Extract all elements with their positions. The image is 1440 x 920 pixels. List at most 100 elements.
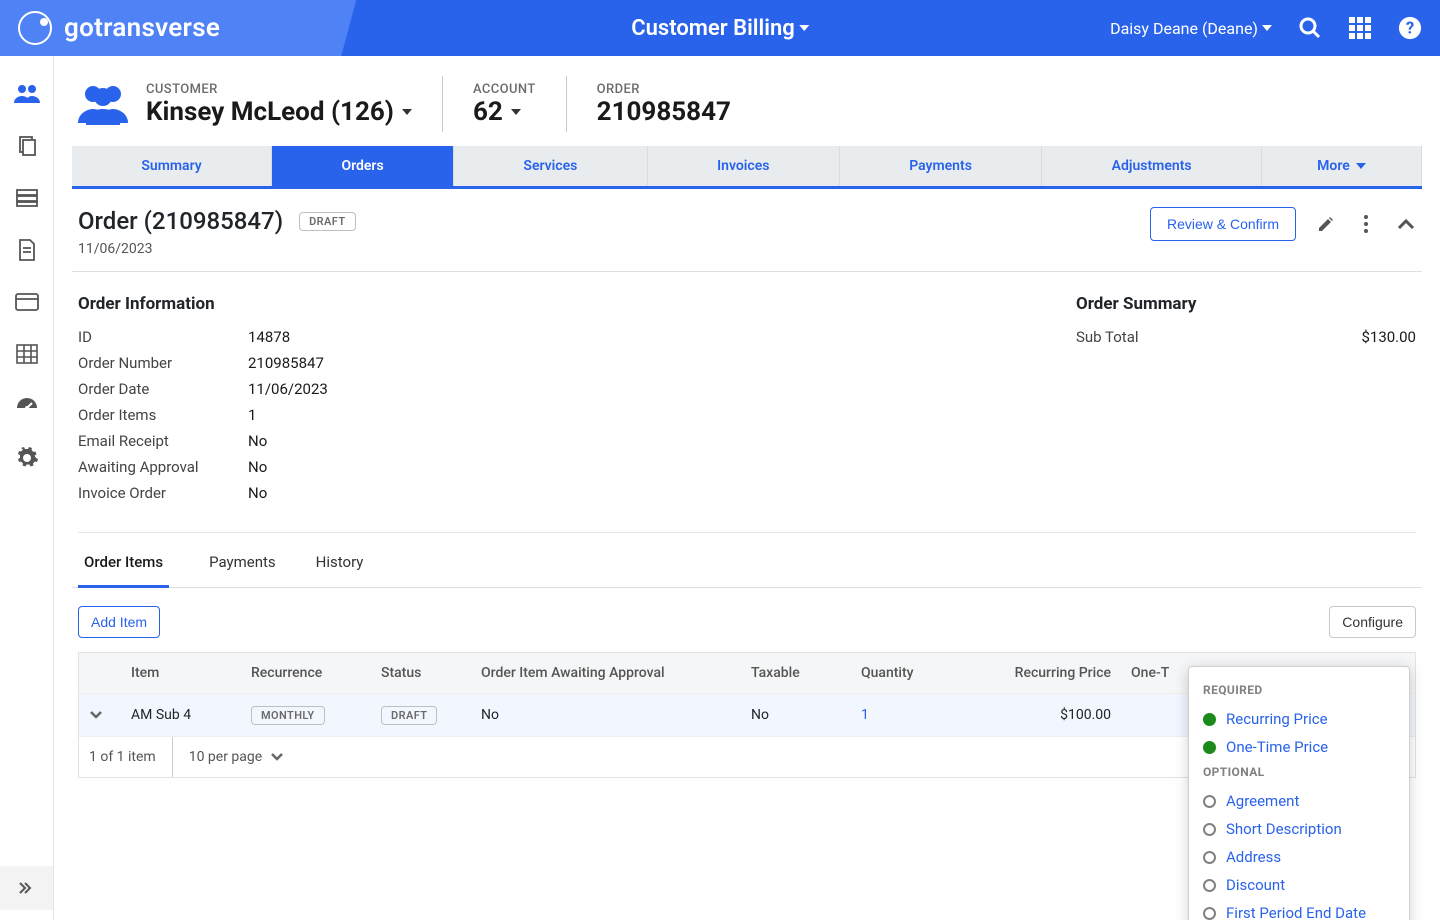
column-option[interactable]: One-Time Price: [1203, 733, 1395, 761]
edit-icon[interactable]: [1316, 214, 1336, 234]
tab-invoices[interactable]: Invoices: [648, 146, 840, 186]
info-key: Order Number: [78, 354, 248, 372]
subtotal-value: $130.00: [1361, 328, 1416, 346]
tab-adjustments[interactable]: Adjustments: [1042, 146, 1262, 186]
rail-settings[interactable]: [0, 434, 54, 482]
page-actions: Review & Confirm: [1150, 207, 1416, 241]
col-quantity[interactable]: Quantity: [851, 653, 961, 693]
customer-name: Kinsey McLeod (126): [146, 97, 394, 127]
module-dropdown[interactable]: Customer Billing: [631, 16, 809, 41]
chevron-down-icon: [270, 752, 284, 762]
left-rail: [0, 56, 54, 920]
tab-orders[interactable]: Orders: [272, 146, 454, 186]
info-row: Order Number210985847: [78, 354, 328, 372]
tab-payments[interactable]: Payments: [840, 146, 1042, 186]
column-option[interactable]: Agreement: [1203, 787, 1395, 815]
column-option[interactable]: Short Description: [1203, 815, 1395, 843]
col-awaiting[interactable]: Order Item Awaiting Approval: [471, 653, 741, 693]
popover-optional-label: OPTIONAL: [1203, 765, 1395, 779]
info-key: Order Items: [78, 406, 248, 424]
page-title: Order (210985847): [78, 207, 283, 235]
chevron-down-icon: [511, 109, 521, 115]
col-status[interactable]: Status: [371, 653, 471, 693]
info-key: Order Date: [78, 380, 248, 398]
review-confirm-button[interactable]: Review & Confirm: [1150, 207, 1296, 241]
brand: gotransverse: [0, 0, 430, 56]
info-row: Invoice OrderNo: [78, 484, 328, 502]
rail-table[interactable]: [0, 330, 54, 378]
rail-document[interactable]: [0, 226, 54, 274]
popover-required-label: REQUIRED: [1203, 683, 1395, 697]
info-columns: Order Information ID14878 Order Number210…: [72, 272, 1422, 520]
help-icon[interactable]: ?: [1398, 16, 1422, 40]
tab-summary[interactable]: Summary: [72, 146, 272, 186]
account-dropdown[interactable]: 62: [473, 97, 536, 127]
account-section: ACCOUNT 62: [473, 82, 536, 127]
info-key: Invoice Order: [78, 484, 248, 502]
subtab-order-items[interactable]: Order Items: [78, 553, 169, 588]
status-dot-icon: [1203, 851, 1216, 864]
rail-customers[interactable]: [0, 70, 54, 118]
rail-dashboard[interactable]: [0, 382, 54, 430]
cell-recurrence: MONTHLY: [251, 706, 325, 725]
status-dot-icon: [1203, 741, 1216, 754]
rail-card[interactable]: [0, 278, 54, 326]
status-dot-icon: [1203, 879, 1216, 892]
divider: [442, 76, 443, 132]
status-badge: DRAFT: [299, 212, 355, 231]
subtotal-label: Sub Total: [1076, 328, 1361, 346]
apps-icon[interactable]: [1348, 16, 1372, 40]
configure-button[interactable]: Configure: [1329, 606, 1416, 638]
col-taxable[interactable]: Taxable: [741, 653, 851, 693]
order-value: 210985847: [597, 97, 731, 127]
user-menu[interactable]: Daisy Deane (Deane): [1110, 19, 1272, 38]
info-row: Order Date11/06/2023: [78, 380, 328, 398]
subtab-history[interactable]: History: [316, 553, 364, 587]
module-title: Customer Billing: [631, 16, 795, 41]
info-key: Email Receipt: [78, 432, 248, 450]
status-dot-icon: [1203, 795, 1216, 808]
column-option[interactable]: Address: [1203, 843, 1395, 871]
chevron-down-icon: [1356, 163, 1366, 169]
order-section: ORDER 210985847: [597, 82, 731, 127]
subtab-payments[interactable]: Payments: [209, 553, 276, 587]
rail-storage[interactable]: [0, 174, 54, 222]
page-title-bar: Order (210985847) DRAFT 11/06/2023 Revie…: [72, 189, 1422, 272]
column-option[interactable]: Discount: [1203, 871, 1395, 899]
info-key: Awaiting Approval: [78, 458, 248, 476]
info-value: No: [248, 432, 267, 450]
info-value: 14878: [248, 328, 290, 346]
column-option[interactable]: Recurring Price: [1203, 705, 1395, 733]
cell-status: DRAFT: [381, 706, 437, 725]
rail-collapse[interactable]: [0, 866, 53, 910]
cell-item: AM Sub 4: [121, 695, 241, 735]
svg-text:?: ?: [1406, 20, 1414, 39]
chevron-down-icon: [1262, 25, 1272, 31]
info-row: Email ReceiptNo: [78, 432, 328, 450]
col-recurrence[interactable]: Recurrence: [241, 653, 371, 693]
per-page-dropdown[interactable]: 10 per page: [172, 737, 294, 777]
add-item-button[interactable]: Add Item: [78, 606, 160, 638]
column-option[interactable]: First Period End Date: [1203, 899, 1395, 920]
search-icon[interactable]: [1298, 16, 1322, 40]
info-value: 1: [248, 406, 256, 424]
order-information: Order Information ID14878 Order Number210…: [78, 294, 328, 510]
tab-more[interactable]: More: [1262, 146, 1422, 186]
info-key: ID: [78, 328, 248, 346]
customer-icon: [76, 83, 130, 125]
tab-services[interactable]: Services: [454, 146, 648, 186]
info-value: No: [248, 484, 267, 502]
rail-documents[interactable]: [0, 122, 54, 170]
user-label: Daisy Deane (Deane): [1110, 19, 1258, 38]
collapse-up-icon[interactable]: [1396, 214, 1416, 234]
topbar-right: Daisy Deane (Deane) ?: [1110, 16, 1422, 40]
row-expand-icon[interactable]: [79, 698, 121, 732]
col-item[interactable]: Item: [121, 653, 241, 693]
main: CUSTOMER Kinsey McLeod (126) ACCOUNT 62 …: [54, 56, 1440, 920]
more-menu-icon[interactable]: [1356, 214, 1376, 234]
chevron-down-icon: [799, 25, 809, 31]
customer-dropdown[interactable]: Kinsey McLeod (126): [146, 97, 412, 127]
order-info-heading: Order Information: [78, 294, 328, 314]
col-recurring-price[interactable]: Recurring Price: [961, 653, 1121, 693]
cell-quantity[interactable]: 1: [851, 695, 961, 735]
